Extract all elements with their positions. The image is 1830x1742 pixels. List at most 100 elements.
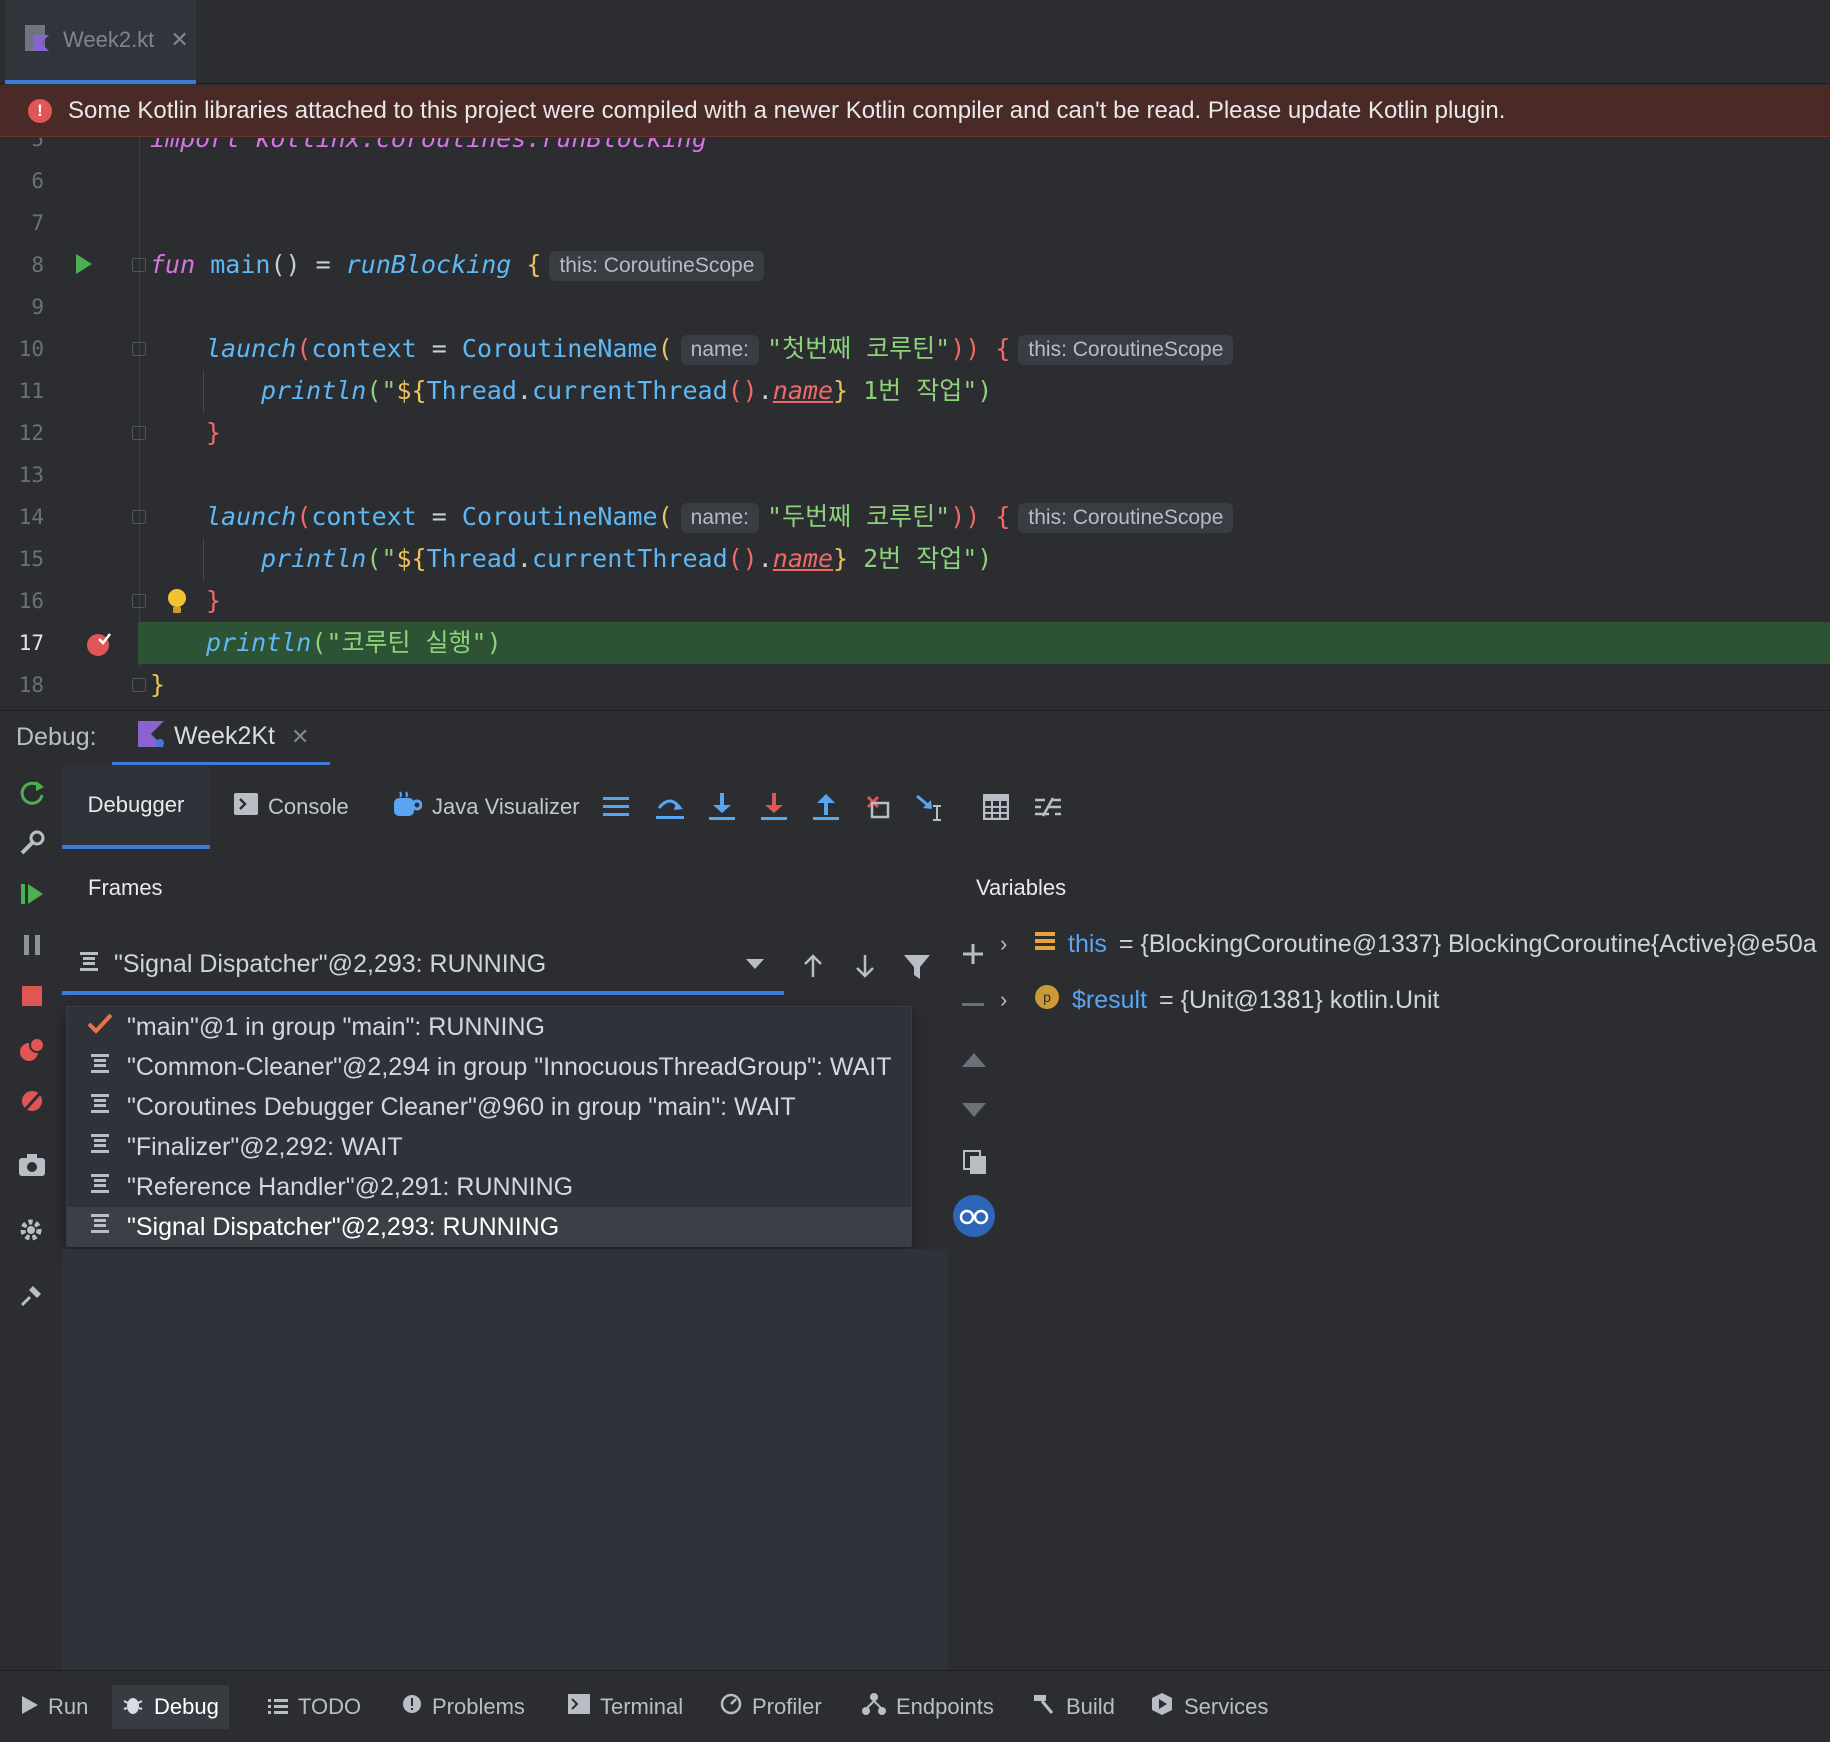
list-item-thread[interactable]: "Common-Cleaner"@2,294 in group "Innocuo…	[67, 1047, 911, 1087]
show-execution-point-icon[interactable]	[600, 791, 632, 823]
copy-icon[interactable]	[962, 1149, 988, 1180]
trace-current-stream-icon[interactable]	[1032, 791, 1064, 823]
tab-java-visualizer[interactable]: Java Visualizer	[392, 765, 580, 849]
code-editor[interactable]: 5 import kotlinx.coroutines.runBlocking …	[0, 138, 1830, 709]
stop-icon[interactable]	[16, 980, 48, 1012]
code-line: 18 }	[0, 664, 1830, 706]
dot: .	[516, 376, 532, 405]
tab-problems[interactable]: Problems	[392, 1685, 535, 1729]
glasses-icon[interactable]	[952, 1194, 996, 1243]
resume-icon[interactable]	[16, 878, 48, 910]
mute-breakpoints-icon[interactable]	[16, 1085, 48, 1117]
filter-icon[interactable]	[904, 955, 930, 984]
close-session-icon[interactable]: ✕	[291, 724, 309, 750]
code-line: 10 launch(context = CoroutineName(name: "…	[0, 328, 1830, 370]
move-up-icon[interactable]	[962, 1053, 986, 1072]
editor-tab-bar: Week2.kt ✕	[0, 0, 1830, 84]
thread-icon	[87, 1053, 113, 1082]
run-gutter-icon[interactable]	[76, 254, 92, 279]
debug-left-toolbar	[0, 765, 62, 1670]
tab-run-label: Run	[48, 1694, 89, 1719]
lightbulb-icon[interactable]	[166, 588, 188, 621]
camera-icon[interactable]	[16, 1149, 48, 1181]
tab-console[interactable]: Console	[234, 765, 349, 849]
code-line: 9	[0, 286, 1830, 328]
inlay-hint: this: CoroutineScope	[1018, 335, 1234, 365]
parens: ()	[727, 544, 758, 573]
next-frame-arrow-icon[interactable]	[854, 953, 876, 984]
drop-frame-icon[interactable]	[862, 791, 894, 823]
tab-terminal[interactable]: Terminal	[558, 1685, 693, 1729]
kotlin-file-icon	[25, 23, 51, 58]
list-item-thread[interactable]: "Reference Handler"@2,291: RUNNING	[67, 1167, 911, 1207]
chevron-down-icon[interactable]	[746, 959, 764, 969]
import-line: import kotlinx.coroutines.runBlocking	[150, 138, 707, 153]
tab-console-label: Console	[268, 794, 349, 819]
tab-build[interactable]: Build	[1022, 1685, 1125, 1729]
file-tab-week2[interactable]: Week2.kt ✕	[5, 0, 196, 84]
pause-icon[interactable]	[16, 929, 48, 961]
settings-gear-icon[interactable]	[16, 1215, 48, 1247]
code-text: import kotlinx.coroutines.runBlocking	[150, 138, 707, 160]
fold-marker[interactable]	[132, 258, 146, 272]
tab-debugger-label: Debugger	[87, 792, 185, 817]
dot: .	[757, 544, 773, 573]
svg-text:p: p	[1043, 989, 1051, 1005]
step-into-icon[interactable]	[706, 791, 738, 823]
breakpoint-icon[interactable]	[86, 631, 112, 662]
fold-marker[interactable]	[132, 426, 146, 440]
step-over-icon[interactable]	[654, 791, 686, 823]
fold-marker[interactable]	[132, 510, 146, 524]
string-open: ("	[366, 376, 397, 405]
warning-circle-icon	[402, 1694, 422, 1720]
line-number: 8	[31, 253, 44, 277]
force-step-into-icon[interactable]	[758, 791, 790, 823]
tab-debug[interactable]: Debug	[112, 1685, 229, 1729]
string-literal: "두번째 코루틴"	[767, 502, 951, 531]
run-to-cursor-icon[interactable]	[914, 791, 946, 823]
function-call: runBlocking	[345, 250, 512, 279]
tab-todo-label: TODO	[298, 1694, 362, 1719]
close-tab-icon[interactable]: ✕	[170, 27, 188, 53]
tab-debugger[interactable]: Debugger	[62, 765, 210, 849]
named-arg: context	[311, 334, 417, 363]
tab-todo[interactable]: TODO	[258, 1685, 371, 1729]
remove-watch-icon[interactable]	[962, 995, 984, 1013]
code-line-current: 17 println("코루틴 실행")	[0, 622, 1830, 664]
move-down-icon[interactable]	[962, 1103, 986, 1122]
fold-marker[interactable]	[132, 594, 146, 608]
console-icon	[234, 793, 258, 821]
wrench-icon[interactable]	[16, 827, 48, 859]
tab-services[interactable]: Services	[1140, 1685, 1278, 1729]
list-item-thread[interactable]: "main"@1 in group "main": RUNNING	[67, 1007, 911, 1047]
list-item-thread[interactable]: "Finalizer"@2,292: WAIT	[67, 1127, 911, 1167]
tab-endpoints[interactable]: Endpoints	[852, 1685, 1004, 1729]
debug-session-tab[interactable]: Week2Kt ✕	[112, 711, 330, 766]
thread-dropdown-list: "main"@1 in group "main": RUNNING "Commo…	[66, 1006, 912, 1247]
code-line: 16 }	[0, 580, 1830, 622]
variable-row[interactable]: › this = {BlockingCoroutine@1337} Blocki…	[1000, 923, 1817, 965]
add-watch-icon[interactable]	[962, 943, 984, 970]
fold-marker[interactable]	[132, 342, 146, 356]
variable-row[interactable]: › p $result = {Unit@1381} kotlin.Unit	[1000, 979, 1439, 1021]
code-line: 8 fun main() = runBlocking {this: Corout…	[0, 244, 1830, 286]
field-list-icon	[1034, 930, 1056, 959]
tab-run[interactable]: Run	[12, 1685, 98, 1729]
code-text: launch(context = CoroutineName(name: "첫번째…	[206, 328, 1241, 370]
debugger-toolbar: Debugger Console Java Visualizer	[62, 765, 1830, 849]
fold-marker[interactable]	[132, 678, 146, 692]
pin-icon[interactable]	[16, 1279, 48, 1311]
previous-frame-arrow-icon[interactable]	[802, 953, 824, 984]
file-tab-label: Week2.kt	[63, 27, 155, 52]
step-out-icon[interactable]	[810, 791, 842, 823]
list-item-thread[interactable]: "Coroutines Debugger Cleaner"@960 in gro…	[67, 1087, 911, 1127]
tab-profiler[interactable]: Profiler	[710, 1685, 832, 1729]
rerun-icon[interactable]	[16, 777, 48, 809]
chevron-right-icon[interactable]: ›	[1000, 931, 1022, 957]
view-breakpoints-icon[interactable]	[16, 1033, 48, 1065]
evaluate-expression-icon[interactable]	[980, 791, 1012, 823]
method-call: currentThread	[531, 376, 728, 405]
list-item-thread-selected[interactable]: "Signal Dispatcher"@2,293: RUNNING	[67, 1207, 911, 1247]
thread-selector[interactable]: "Signal Dispatcher"@2,293: RUNNING	[62, 937, 784, 995]
chevron-right-icon[interactable]: ›	[1000, 987, 1022, 1013]
